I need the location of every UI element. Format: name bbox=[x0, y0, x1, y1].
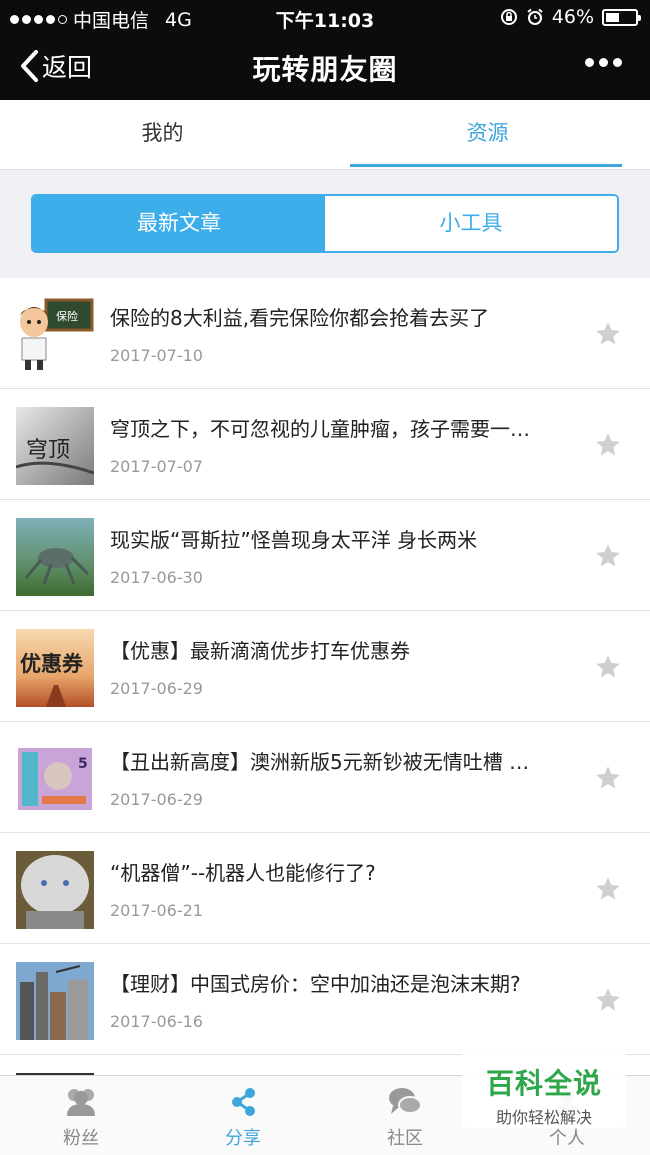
watermark-slogan: 助你轻松解决 bbox=[495, 1108, 592, 1127]
page-title: 玩转朋友圈 bbox=[252, 53, 398, 86]
article-list: 保险 保险的8大利益,看完保险你都会抢着去买了 2017-07-10 穹顶 穹顶… bbox=[0, 278, 650, 1075]
article-title: “机器僧”--机器人也能修行了? bbox=[110, 861, 376, 885]
coupon-image: 优惠券 bbox=[16, 629, 94, 707]
top-bar: 中国电信 4G 下午11:03 46% 返回 玩转朋友圈 bbox=[0, 0, 650, 100]
bottom-tab-label: 分享 bbox=[225, 1128, 261, 1149]
article-title: 现实版“哥斯拉”怪兽现身太平洋 身长两米 bbox=[110, 528, 478, 552]
top-tabs: 我的 资源 bbox=[0, 100, 650, 170]
article-thumbnail: 保险 bbox=[16, 296, 94, 374]
article-title: 【理财】中国式房价：空中加油还是泡沫末期? bbox=[110, 972, 521, 996]
thumb-label-dome: 穹顶 bbox=[26, 438, 70, 463]
robot-monk-image bbox=[16, 851, 94, 929]
star-icon[interactable] bbox=[594, 320, 622, 348]
bottom-tab-label: 粉丝 bbox=[63, 1128, 99, 1149]
article-date: 2017-06-16 bbox=[110, 1012, 203, 1031]
star-icon[interactable] bbox=[594, 986, 622, 1014]
article-thumbnail: 穹顶 bbox=[16, 407, 94, 485]
article-title: 【丑出新高度】澳洲新版5元新钞被无情吐槽 … bbox=[110, 750, 530, 774]
star-icon[interactable] bbox=[594, 542, 622, 570]
tab-mine[interactable]: 我的 bbox=[0, 100, 325, 170]
article-date: 2017-06-30 bbox=[110, 568, 203, 587]
article-thumbnail bbox=[16, 518, 94, 596]
tab-resources[interactable]: 资源 bbox=[325, 100, 650, 170]
article-title: 【优惠】最新滴滴优步打车优惠券 bbox=[110, 639, 410, 663]
battery-percent: 46% bbox=[551, 6, 594, 28]
monster-image bbox=[16, 518, 94, 596]
segment-tools[interactable]: 小工具 bbox=[325, 196, 617, 251]
star-icon[interactable] bbox=[594, 764, 622, 792]
watermark-brand: 百科全说 bbox=[485, 1067, 602, 1100]
more-menu-button[interactable] bbox=[585, 58, 622, 67]
thumb-label-coupon: 优惠券 bbox=[20, 652, 84, 676]
status-right: 46% bbox=[500, 6, 641, 28]
list-item[interactable]: 穹顶 穹顶之下，不可忽视的儿童肿瘤，孩子需要一… 2017-07-07 bbox=[0, 389, 650, 500]
city-buildings-image bbox=[16, 962, 94, 1040]
dome-calligraphy-image: 穹顶 bbox=[16, 407, 94, 485]
thumb-label-note: 5 bbox=[78, 756, 88, 772]
article-title: 穹顶之下，不可忽视的儿童肿瘤，孩子需要一… bbox=[110, 417, 530, 441]
list-item[interactable]: 优惠券 【优惠】最新滴滴优步打车优惠券 2017-06-29 bbox=[0, 611, 650, 722]
nav-bar: 返回 玩转朋友圈 bbox=[0, 34, 650, 100]
bottom-tab-share[interactable]: 分享 bbox=[162, 1076, 324, 1155]
article-date: 2017-06-21 bbox=[110, 901, 203, 920]
banknote-image: 5 bbox=[16, 740, 94, 818]
segment-latest-articles[interactable]: 最新文章 bbox=[33, 196, 325, 251]
article-date: 2017-06-29 bbox=[110, 679, 203, 698]
article-thumbnail bbox=[16, 851, 94, 929]
article-date: 2017-06-29 bbox=[110, 790, 203, 809]
article-date: 2017-07-07 bbox=[110, 457, 203, 476]
star-icon[interactable] bbox=[594, 431, 622, 459]
active-tab-indicator bbox=[350, 164, 622, 167]
orientation-lock-icon bbox=[500, 9, 517, 25]
list-item[interactable]: 保险 保险的8大利益,看完保险你都会抢着去买了 2017-07-10 bbox=[0, 278, 650, 389]
star-icon[interactable] bbox=[594, 653, 622, 681]
list-item[interactable]: “机器僧”--机器人也能修行了? 2017-06-21 bbox=[0, 833, 650, 944]
people-icon bbox=[67, 1089, 95, 1116]
teacher-blackboard-image: 保险 bbox=[16, 296, 94, 374]
list-item[interactable]: 5 【丑出新高度】澳洲新版5元新钞被无情吐槽 … 2017-06-29 bbox=[0, 722, 650, 833]
star-icon[interactable] bbox=[594, 875, 622, 903]
article-thumbnail: 优惠券 bbox=[16, 629, 94, 707]
share-icon bbox=[232, 1088, 255, 1116]
watermark-logo: 百科全说 助你轻松解决 bbox=[462, 1048, 626, 1128]
article-title: 保险的8大利益,看完保险你都会抢着去买了 bbox=[110, 306, 490, 330]
segmented-control: 最新文章 小工具 bbox=[31, 194, 619, 253]
alarm-icon bbox=[527, 8, 543, 25]
chat-bubbles-icon bbox=[389, 1088, 422, 1114]
battery-fill bbox=[606, 12, 619, 22]
thumb-label-insurance: 保险 bbox=[56, 309, 78, 323]
bottom-tab-fans[interactable]: 粉丝 bbox=[0, 1076, 162, 1155]
segment-area: 最新文章 小工具 bbox=[0, 170, 650, 278]
list-item[interactable]: 【理财】中国式房价：空中加油还是泡沫末期? 2017-06-16 bbox=[0, 944, 650, 1055]
list-item[interactable]: 现实版“哥斯拉”怪兽现身太平洋 身长两米 2017-06-30 bbox=[0, 500, 650, 611]
article-thumbnail bbox=[16, 962, 94, 1040]
status-bar: 中国电信 4G 下午11:03 46% bbox=[0, 0, 650, 34]
article-thumbnail: 5 bbox=[16, 740, 94, 818]
battery-icon bbox=[602, 8, 641, 26]
article-date: 2017-07-10 bbox=[110, 346, 203, 365]
